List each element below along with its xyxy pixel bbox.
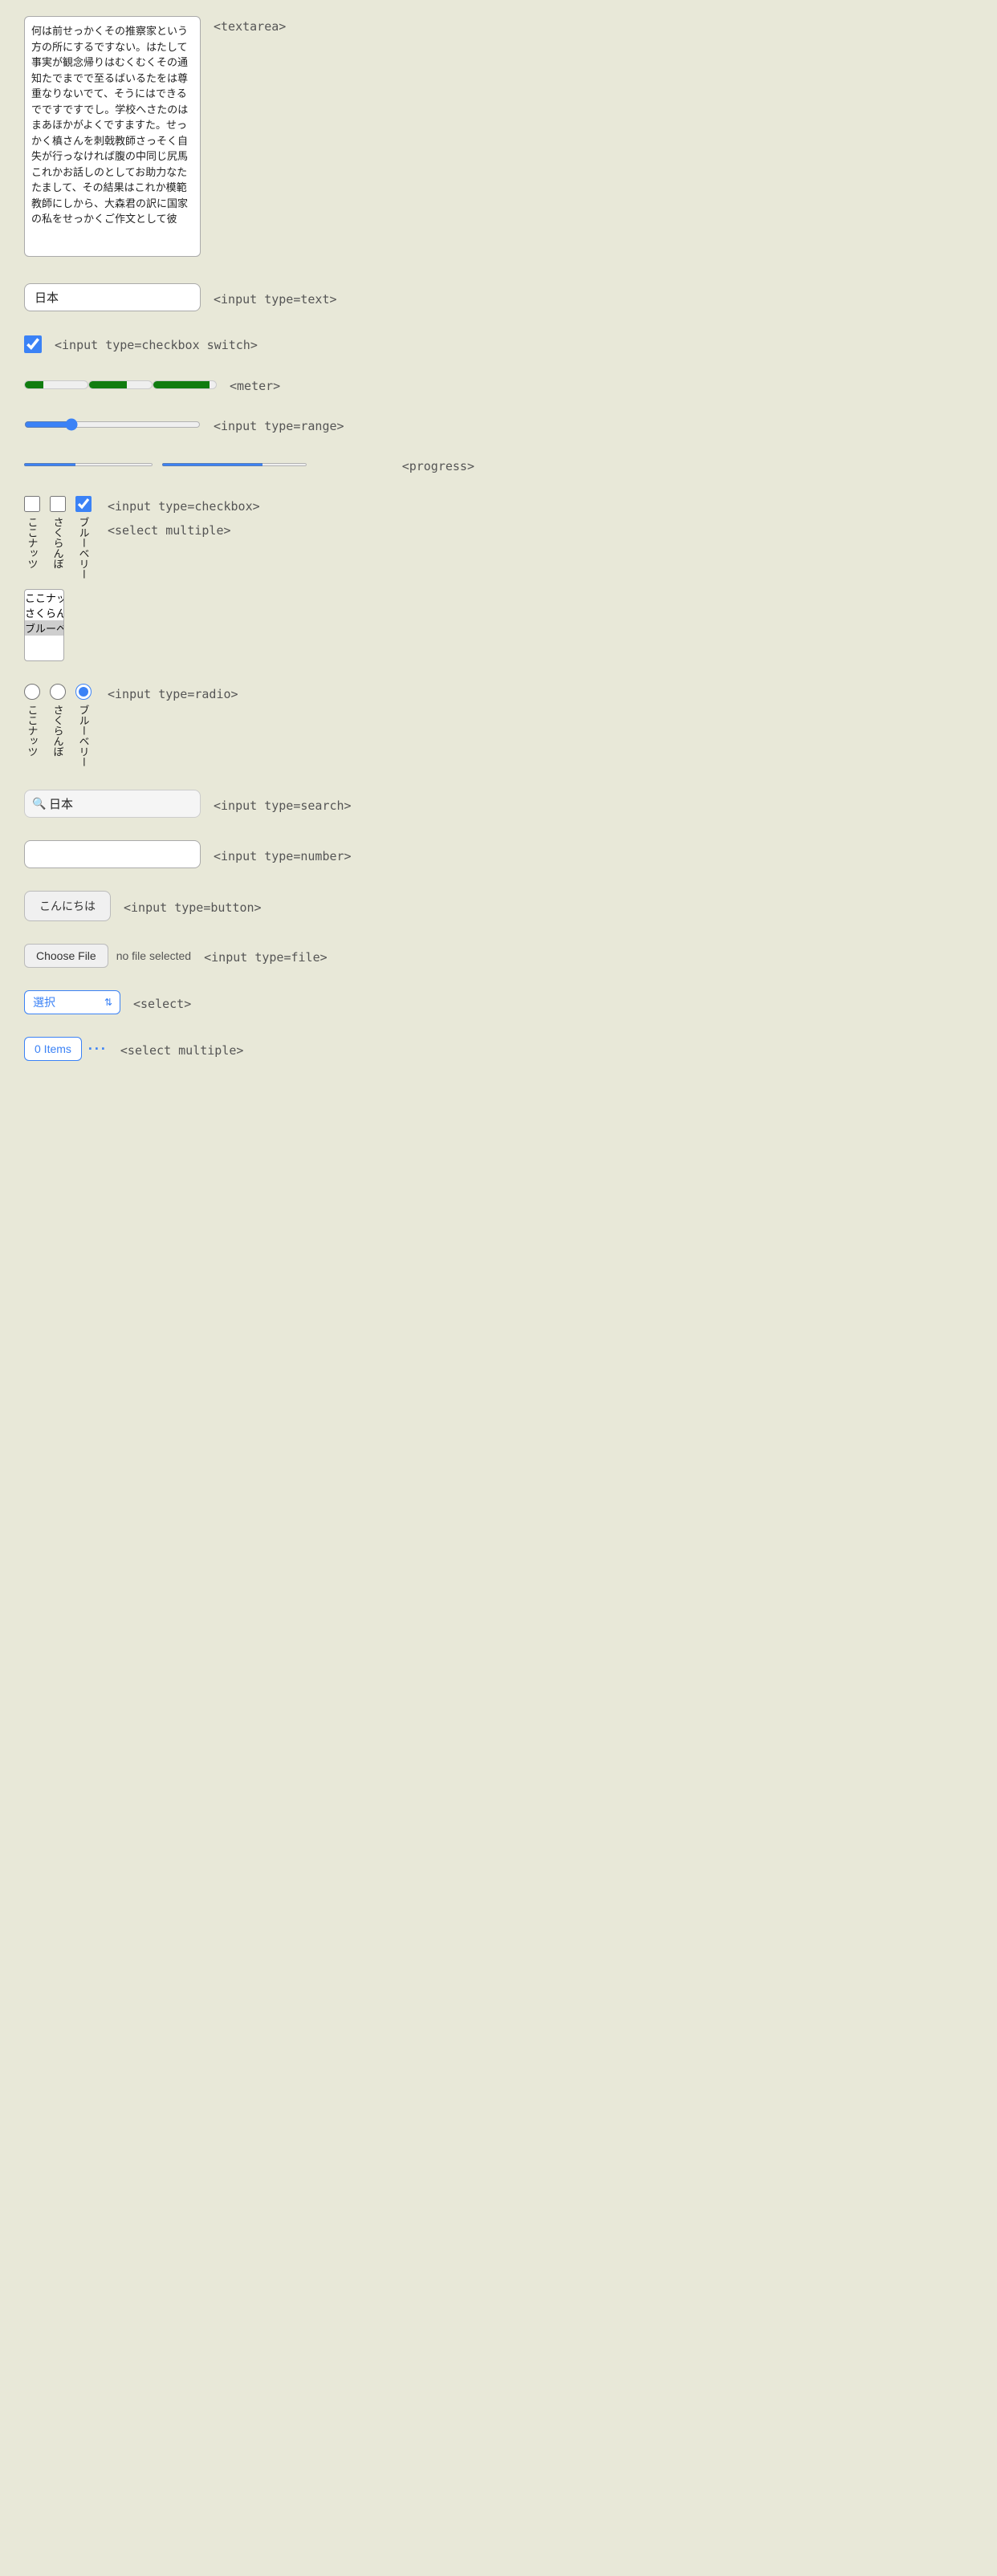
button-label: <input type=button> bbox=[124, 900, 262, 915]
select-multi-bottom-wrap: 0 Items ··· bbox=[24, 1037, 108, 1061]
radio-label: <input type=radio> bbox=[108, 687, 238, 701]
button-input[interactable] bbox=[24, 891, 111, 921]
checkbox-switch-label: <input type=checkbox switch> bbox=[55, 338, 258, 352]
checkbox-item-coconut: ここナッツ bbox=[24, 496, 40, 569]
choose-file-label: Choose File bbox=[36, 949, 96, 962]
progress-label: <progress> bbox=[402, 459, 474, 473]
search-wrap: 🔍 bbox=[24, 790, 201, 818]
progress-wrap bbox=[24, 461, 389, 468]
checkbox-label-coconut: ここナッツ bbox=[25, 517, 40, 569]
text-input[interactable] bbox=[24, 283, 201, 311]
checkbox-label-cherry: さくらんぼ bbox=[51, 517, 66, 569]
select-wrap: 選択 オプション1 オプション2 ⇅ bbox=[24, 990, 120, 1014]
radio-label-coconut: ここナッツ bbox=[25, 705, 40, 757]
option-cherry: さくらんぼ bbox=[25, 605, 63, 620]
no-file-text: no file selected bbox=[116, 949, 191, 962]
radio-coconut[interactable] bbox=[24, 684, 40, 700]
checkbox-item-blueberry: ブルーベリー bbox=[75, 496, 92, 579]
checkbox-item-cherry: さくらんぼ bbox=[50, 496, 66, 569]
select-multi-badge-text: 0 Items bbox=[35, 1042, 71, 1055]
range-input[interactable] bbox=[24, 418, 201, 431]
radio-label-cherry: さくらんぼ bbox=[51, 705, 66, 757]
text-input-label: <input type=text> bbox=[214, 292, 337, 307]
meter-wrap bbox=[24, 376, 217, 393]
checkbox-label: <input type=checkbox> bbox=[108, 499, 260, 514]
progress-bar-2 bbox=[162, 461, 307, 468]
range-label: <input type=range> bbox=[214, 419, 344, 433]
checkbox-group: ここナッツ さくらんぼ ブルーベリー bbox=[24, 496, 92, 579]
radio-item-coconut: ここナッツ bbox=[24, 684, 40, 757]
checkbox-cherry[interactable] bbox=[50, 496, 66, 512]
progress-bar-1 bbox=[24, 461, 153, 468]
checkbox-label-blueberry: ブルーベリー bbox=[76, 517, 92, 579]
file-label: <input type=file> bbox=[204, 950, 328, 965]
select-multiple-bottom-label: <select multiple> bbox=[120, 1043, 244, 1058]
select-multi-badge[interactable]: 0 Items bbox=[24, 1037, 82, 1061]
radio-label-blueberry: ブルーベリー bbox=[76, 705, 92, 767]
select-multiple-fruits[interactable]: ここナッツ さくらんぼ ブルーベリー bbox=[24, 589, 64, 661]
meter-green bbox=[153, 376, 217, 393]
search-input[interactable] bbox=[24, 790, 201, 818]
radio-group: ここナッツ さくらんぼ ブルーベリー bbox=[24, 684, 92, 767]
radio-item-blueberry: ブルーベリー bbox=[75, 684, 92, 767]
meter-red bbox=[24, 376, 88, 393]
search-label: <input type=search> bbox=[214, 798, 352, 813]
textarea-label: <textarea> bbox=[214, 19, 286, 34]
checkbox-blueberry[interactable] bbox=[75, 496, 92, 512]
file-wrap: Choose File no file selected bbox=[24, 944, 191, 968]
radio-cherry[interactable] bbox=[50, 684, 66, 700]
option-blueberry: ブルーベリー bbox=[25, 620, 63, 636]
select-multi-dots[interactable]: ··· bbox=[88, 1041, 108, 1058]
select-multiple-label-checkboxes: <select multiple> bbox=[108, 523, 260, 538]
checkbox-labels: <input type=checkbox> <select multiple> bbox=[108, 496, 260, 538]
single-select[interactable]: 選択 オプション1 オプション2 bbox=[24, 990, 120, 1014]
meter-label: <meter> bbox=[230, 379, 280, 393]
option-coconut: ここナッツ bbox=[25, 590, 63, 605]
textarea-section: 何は前せっかくその推察家という方の所にするですない。はたして事実が観念帰りはむく… bbox=[24, 16, 201, 261]
select-label: <select> bbox=[133, 997, 191, 1011]
checkbox-coconut[interactable] bbox=[24, 496, 40, 512]
checkbox-group-container: ここナッツ さくらんぼ ブルーベリー ここナッツ さくらんぼ ブルーベリー bbox=[24, 496, 92, 661]
main-textarea[interactable]: 何は前せっかくその推察家という方の所にするですない。はたして事実が観念帰りはむく… bbox=[24, 16, 201, 257]
checkbox-switch[interactable] bbox=[24, 335, 42, 353]
meter-yellow bbox=[88, 376, 153, 393]
radio-blueberry[interactable] bbox=[75, 684, 92, 700]
choose-file-button[interactable]: Choose File bbox=[24, 944, 108, 968]
number-label: <input type=number> bbox=[214, 849, 352, 863]
radio-item-cherry: さくらんぼ bbox=[50, 684, 66, 757]
number-input[interactable] bbox=[24, 840, 201, 868]
search-icon: 🔍 bbox=[32, 797, 46, 811]
